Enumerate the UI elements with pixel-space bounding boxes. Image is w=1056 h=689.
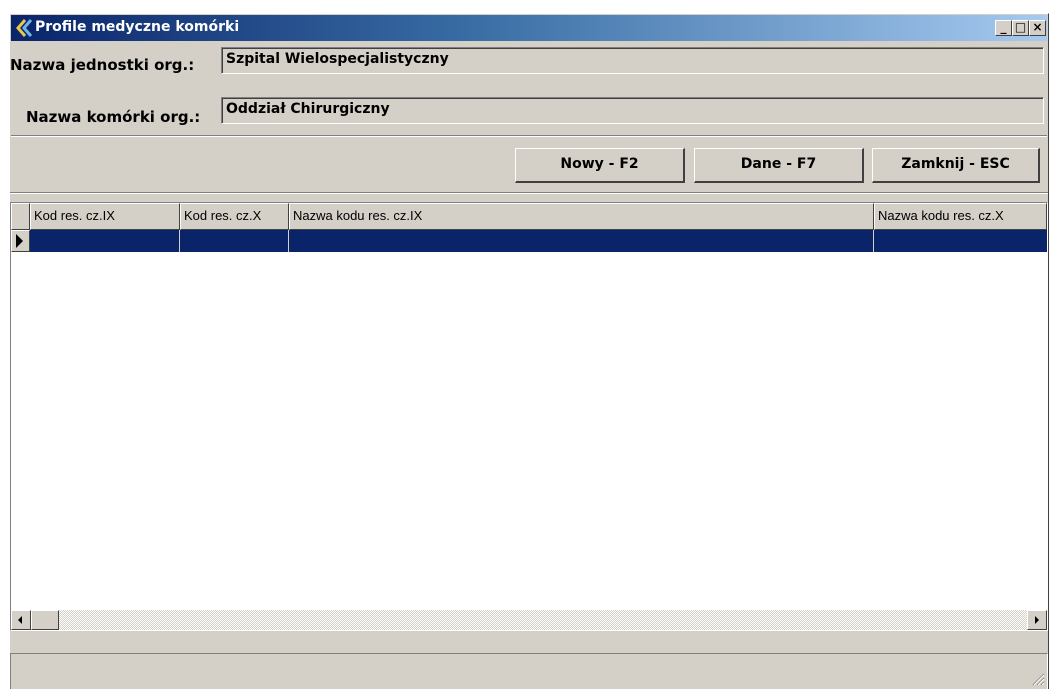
close-window-button[interactable]: Zamknij - ESC — [872, 148, 1040, 183]
data-grid[interactable]: Kod res. cz.IX Kod res. cz.X Nazwa kodu … — [10, 202, 1048, 631]
resize-grip-icon[interactable] — [1031, 672, 1045, 686]
row-pointer-icon — [16, 234, 23, 248]
column-header-kod-x[interactable]: Kod res. cz.X — [180, 203, 289, 230]
scroll-left-button[interactable] — [11, 610, 31, 630]
minimize-button[interactable]: _ — [995, 20, 1012, 36]
unit-label: Nazwa jednostki org.: — [10, 56, 195, 74]
table-row[interactable] — [30, 230, 1047, 252]
row-indicator[interactable] — [11, 230, 30, 252]
minimize-icon: _ — [1000, 20, 1007, 34]
arrow-right-icon — [1035, 616, 1039, 624]
new-button[interactable]: Nowy - F2 — [515, 148, 685, 183]
cell-value: Oddział Chirurgiczny — [226, 101, 390, 117]
cell-divider — [873, 230, 874, 252]
toolbar-divider — [10, 192, 1048, 194]
unit-field[interactable]: Szpital Wielospecjalistyczny — [221, 47, 1044, 74]
cell-divider — [179, 230, 180, 252]
scroll-thumb[interactable] — [31, 610, 59, 630]
cell-divider — [288, 230, 289, 252]
horizontal-scrollbar[interactable] — [11, 610, 1047, 630]
title-bar[interactable]: Profile medyczne komórki _ □ × — [11, 15, 1047, 41]
cell-field[interactable]: Oddział Chirurgiczny — [221, 97, 1044, 124]
status-bar — [10, 653, 1048, 689]
column-header-nazwa-ix[interactable]: Nazwa kodu res. cz.IX — [289, 203, 874, 230]
form-divider — [11, 135, 1047, 137]
column-header-kod-ix[interactable]: Kod res. cz.IX — [30, 203, 180, 230]
app-logo-icon — [16, 19, 33, 37]
close-button[interactable]: × — [1029, 20, 1046, 36]
window-title: Profile medyczne komórki — [35, 19, 240, 35]
cell-label: Nazwa komórki org.: — [26, 108, 201, 126]
grid-corner — [11, 203, 30, 230]
column-header-nazwa-x[interactable]: Nazwa kodu res. cz.X — [874, 203, 1047, 230]
maximize-button[interactable]: □ — [1012, 20, 1029, 36]
unit-value: Szpital Wielospecjalistyczny — [226, 51, 449, 67]
maximize-icon: □ — [1014, 20, 1027, 34]
close-icon: × — [1032, 20, 1043, 34]
scroll-right-button[interactable] — [1027, 610, 1047, 630]
arrow-left-icon — [18, 616, 22, 624]
data-button[interactable]: Dane - F7 — [694, 148, 864, 183]
